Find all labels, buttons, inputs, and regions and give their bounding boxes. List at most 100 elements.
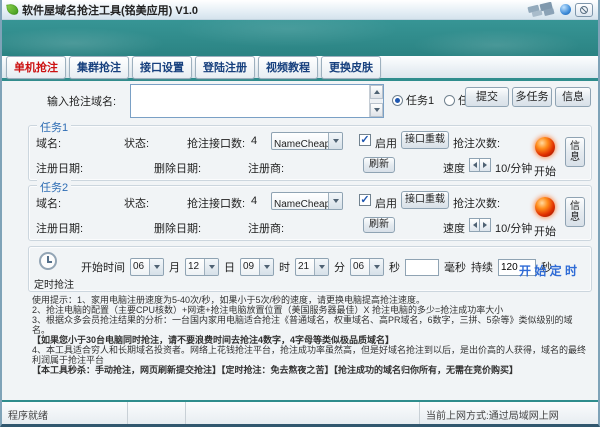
task1-start-label: 开始 [529,163,561,179]
task2-deldate-label: 删除日期: [154,220,201,236]
task2-domain-label: 域名: [36,195,61,211]
task1-info-button[interactable]: 信息 [565,137,585,167]
window-title: 软件屋域名抢注工具(铭美应用) V1.0 [22,2,198,18]
task2-reload-button[interactable]: 接口重载 [401,191,449,209]
timer-second-value: 06 [351,259,369,275]
main-content: 输入抢注域名: 任务1 任务2 提交 多任务 信息 任务1 域名: 状态: [2,81,598,400]
task1-speed-spinner[interactable] [469,158,491,172]
task1-enable-checkbox[interactable]: ✓ [359,134,371,146]
task2-spin-left-icon[interactable] [469,218,480,232]
timer-month-unit: 月 [169,259,180,275]
domain-input[interactable] [131,85,369,117]
timer-month-select[interactable]: 06 [130,258,164,276]
radio-task1-dot-icon [392,95,403,106]
scroll-up-arrow-icon [374,90,380,94]
windows-flag-icon [526,2,556,17]
start-timer-link[interactable]: 开 始 定 时 [519,262,577,279]
timer-day-select[interactable]: 12 [185,258,219,276]
task1-attempts-label: 抢注次数: [453,135,500,151]
scroll-down-arrow-icon [374,108,380,112]
task1-speed-value: 10/分钟 [495,160,532,176]
task1-reload-button[interactable]: 接口重载 [401,131,449,149]
timer-millisecond-unit: 毫秒 [444,259,466,275]
task1-deldate-label: 删除日期: [154,160,201,176]
task2-speed-label: 速度 [443,220,465,236]
task1-domain-label: 域名: [36,135,61,151]
instruction-line: 2、抢注电脑的配置（主要CPU核数）+网速+抢注电脑放置位置（美国服务器最佳）X… [32,305,590,315]
info-button[interactable]: 信息 [555,87,591,107]
timer-day-value: 12 [186,259,204,275]
timer-minute-arrow-icon [314,259,328,275]
task1-spin-left-icon[interactable] [469,158,480,172]
title-bar: 软件屋域名抢注工具(铭美应用) V1.0 [2,0,598,20]
task2-registrar-label: 注册商: [248,220,284,236]
close-button[interactable] [575,3,593,17]
tab-single-grab[interactable]: 单机抢注 [6,56,66,79]
status-cell-empty1 [128,402,186,424]
app-leaf-icon [6,3,18,15]
timer-hour-select[interactable]: 09 [240,258,274,276]
task2-start-button[interactable] [535,197,555,217]
task2-info-button[interactable]: 信息 [565,197,585,227]
timer-minute-select[interactable]: 21 [295,258,329,276]
task1-interface-select[interactable]: NameCheap(启用 [271,132,343,150]
tab-video-tutorial[interactable]: 视频教程 [258,56,318,79]
timer-start-label: 开始时间 [81,259,125,275]
task1-speed-label: 速度 [443,160,465,176]
task2-port-label: 抢注接口数: [187,195,245,211]
domain-input-wrap [130,84,384,118]
domain-input-label: 输入抢注域名: [47,93,116,109]
timer-clock-icon [39,252,57,270]
task1-refresh-button[interactable]: 刷新 [363,157,395,173]
task2-enable-label: 启用 [375,195,397,211]
header-banner [2,20,598,56]
task2-speed-spinner[interactable] [469,218,491,232]
timer-millisecond-input[interactable] [405,259,439,276]
task2-regdate-label: 注册日期: [36,220,83,236]
task2-attempts-label: 抢注次数: [453,195,500,211]
usage-instructions: 使用提示：1、家用电脑注册速度为5-40次/秒，如果小于5次/秒的速度，请更换电… [32,295,590,375]
timer-month-value: 06 [131,259,149,275]
task2-spin-right-icon[interactable] [480,218,491,232]
status-bar: 程序就绪 当前上网方式:通过局域网上网 [2,400,598,424]
task1-regdate-label: 注册日期: [36,160,83,176]
task1-panel: 任务1 域名: 状态: 抢注接口数: 4 NameCheap(启用 ✓ 启用 接… [28,125,592,181]
task2-caption: 任务2 [37,179,71,195]
tab-interface-settings[interactable]: 接口设置 [132,56,192,79]
scroll-down-button[interactable] [370,103,383,117]
close-icon [580,6,588,14]
task1-spin-right-icon[interactable] [480,158,491,172]
instruction-line: 使用提示：1、家用电脑注册速度为5-40次/秒，如果小于5次/秒的速度，请更换电… [32,295,590,305]
timer-month-arrow-icon [149,259,163,275]
timer-second-arrow-icon [369,259,383,275]
instruction-line: 3、根据众多会员抢注结果的分析：一台国内家用电脑适合抢注《普通域名，权重域名、高… [32,315,590,335]
task2-enable-checkbox[interactable]: ✓ [359,194,371,206]
tab-login-register[interactable]: 登陆注册 [195,56,255,79]
timer-hour-arrow-icon [259,259,273,275]
task1-start-button[interactable] [535,137,555,157]
task2-interface-dropdown-arrow-icon [328,193,342,209]
task1-port-count: 4 [251,135,257,147]
task2-status-label: 状态: [124,195,149,211]
timer-caption: 定时抢注 [31,276,77,291]
scroll-up-button[interactable] [370,85,383,99]
timer-day-arrow-icon [204,259,218,275]
timer-second-select[interactable]: 06 [350,258,384,276]
task1-interface-value: NameCheap(启用 [272,133,328,149]
task1-registrar-label: 注册商: [248,160,284,176]
task1-port-label: 抢注接口数: [187,135,245,151]
task2-interface-value: NameCheap(启用 [272,193,328,209]
tab-cluster-grab[interactable]: 集群抢注 [69,56,129,79]
radio-task1[interactable]: 任务1 [392,92,434,108]
domain-input-scrollbar[interactable] [369,85,383,117]
task2-refresh-button[interactable]: 刷新 [363,217,395,233]
timer-minute-unit: 分 [334,259,345,275]
tab-change-skin[interactable]: 更换皮肤 [321,56,381,79]
submit-button[interactable]: 提交 [465,87,509,107]
task2-port-count: 4 [251,195,257,207]
task2-interface-select[interactable]: NameCheap(启用 [271,192,343,210]
timer-panel: 定时抢注 开始时间 06 月 12 日 09 时 21 分 06 秒 毫秒 持续… [28,246,592,292]
instruction-line: 4、本工具适合穷人和长期域名投资者。网络上花钱抢注平台，抢注成功率虽然高，但是好… [32,345,590,365]
multitask-button[interactable]: 多任务 [512,87,552,107]
task2-panel: 任务2 域名: 状态: 抢注接口数: 4 NameCheap(启用 ✓ 启用 接… [28,185,592,241]
